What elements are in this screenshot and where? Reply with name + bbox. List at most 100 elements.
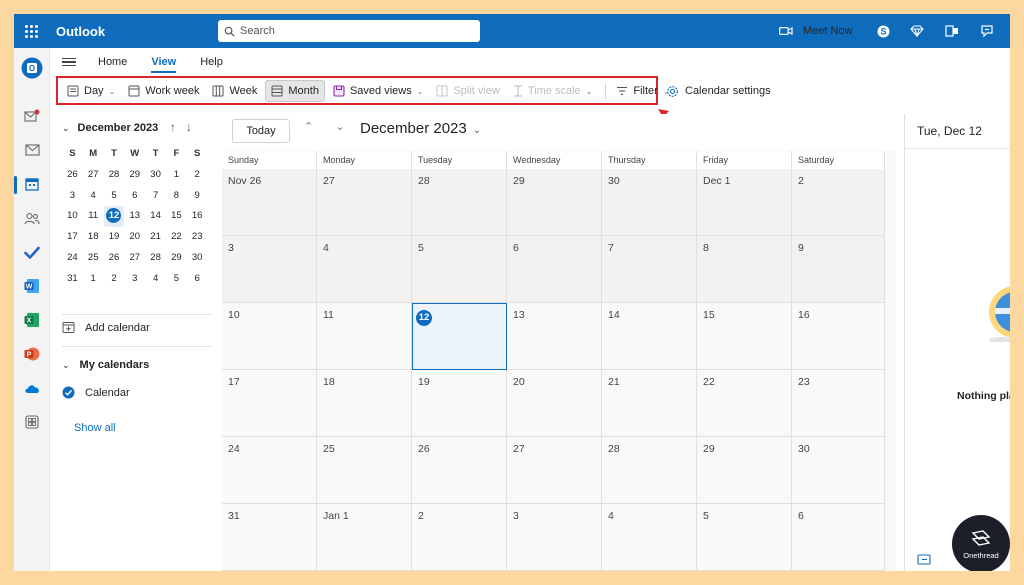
split-view-button[interactable]: Split view	[431, 80, 504, 102]
mail-icon[interactable]	[20, 138, 44, 162]
calendar-day-cell[interactable]: 27	[507, 437, 602, 504]
onedrive-icon[interactable]	[20, 376, 44, 400]
calendar-day-cell[interactable]: 9	[792, 236, 885, 303]
mini-calendar-day[interactable]: 24	[62, 248, 83, 269]
skype-icon[interactable]: S	[876, 24, 890, 38]
arrow-up-icon[interactable]: ↑	[170, 120, 176, 134]
hamburger-menu-icon[interactable]	[62, 57, 76, 67]
calendar-day-cell[interactable]: Dec 1	[697, 169, 792, 236]
calendar-day-cell[interactable]: 17	[222, 370, 317, 437]
mini-calendar-day[interactable]: 13	[124, 206, 145, 227]
mini-calendar-day[interactable]: 11	[83, 206, 104, 227]
calendar-day-cell[interactable]: 24	[222, 437, 317, 504]
week-view-button[interactable]: Week	[207, 80, 262, 102]
calendar-day-cell[interactable]: 18	[317, 370, 412, 437]
feedback-icon[interactable]	[980, 24, 994, 38]
people-icon[interactable]	[20, 206, 44, 230]
premium-diamond-icon[interactable]	[910, 24, 924, 38]
calendar-day-cell[interactable]: 19	[412, 370, 507, 437]
month-view-button[interactable]: Month	[265, 80, 325, 102]
mini-calendar-day[interactable]: 6	[187, 269, 208, 290]
mini-calendar-day[interactable]: 27	[83, 165, 104, 186]
calendar-day-cell[interactable]: 7	[602, 236, 697, 303]
calendar-day-cell[interactable]: 21	[602, 370, 697, 437]
mini-calendar-day[interactable]: 8	[166, 186, 187, 207]
excel-icon[interactable]: X	[20, 308, 44, 332]
calendar-day-cell[interactable]: 28	[412, 169, 507, 236]
app-title[interactable]: Outlook	[56, 24, 206, 39]
mini-calendar-day[interactable]: 27	[124, 248, 145, 269]
calendar-day-cell[interactable]: 4	[317, 236, 412, 303]
mini-calendar-day[interactable]: 28	[104, 165, 125, 186]
mini-calendar-day[interactable]: 31	[62, 269, 83, 290]
mini-calendar-day[interactable]: 1	[166, 165, 187, 186]
work-week-view-button[interactable]: Work week	[123, 80, 204, 102]
mini-calendar-day[interactable]: 26	[104, 248, 125, 269]
mini-calendar-day[interactable]: 12	[103, 206, 125, 228]
calendar-day-cell[interactable]: 27	[317, 169, 412, 236]
mini-calendar-day[interactable]: 5	[104, 186, 125, 207]
search-input[interactable]: Search	[218, 20, 480, 42]
tab-home[interactable]: Home	[98, 56, 127, 68]
mini-calendar-day[interactable]: 9	[187, 186, 208, 207]
mini-calendar-day[interactable]: 14	[145, 206, 166, 227]
tab-view[interactable]: View	[151, 56, 176, 73]
previous-month-icon[interactable]: ⌃	[304, 120, 313, 133]
calendar-day-cell[interactable]: 2	[412, 504, 507, 571]
mini-calendar-day[interactable]: 20	[124, 227, 145, 248]
outlook-icon[interactable]: O	[20, 56, 44, 80]
calendar-day-cell[interactable]: 30	[792, 437, 885, 504]
calendar-day-cell[interactable]: 22	[697, 370, 792, 437]
calendar-day-cell[interactable]: 25	[317, 437, 412, 504]
new-mail-icon[interactable]	[20, 104, 44, 128]
mini-calendar-day[interactable]: 17	[62, 227, 83, 248]
next-month-icon[interactable]: ⌄	[335, 120, 344, 133]
tab-help[interactable]: Help	[200, 56, 223, 68]
calendar-day-cell[interactable]: 8	[697, 236, 792, 303]
powerpoint-icon[interactable]: P	[20, 342, 44, 366]
calendar-day-cell[interactable]: 13	[507, 303, 602, 370]
day-view-button[interactable]: Day ⌄	[62, 80, 120, 102]
show-all-link[interactable]: Show all	[62, 422, 116, 434]
calendar-icon[interactable]	[20, 172, 44, 196]
todo-check-icon[interactable]	[20, 240, 44, 264]
calendar-day-cell[interactable]: 6	[507, 236, 602, 303]
month-title-button[interactable]: December 2023 ⌄	[360, 120, 481, 137]
more-apps-icon[interactable]	[20, 410, 44, 434]
mini-calendar-day[interactable]: 26	[62, 165, 83, 186]
chevron-down-icon[interactable]: ⌄	[62, 123, 70, 134]
mini-calendar-day[interactable]: 10	[62, 206, 83, 227]
my-calendars-group[interactable]: ⌄ My calendars	[62, 359, 149, 371]
calendar-day-cell[interactable]: 29	[507, 169, 602, 236]
calendar-day-cell[interactable]: 10	[222, 303, 317, 370]
mini-calendar-day[interactable]: 4	[145, 269, 166, 290]
calendar-day-cell[interactable]: Nov 26	[222, 169, 317, 236]
calendar-day-cell[interactable]: 11	[317, 303, 412, 370]
mini-calendar-day[interactable]: 2	[104, 269, 125, 290]
calendar-day-cell[interactable]: 29	[697, 437, 792, 504]
mini-calendar-day[interactable]: 30	[145, 165, 166, 186]
mini-calendar-day[interactable]: 3	[62, 186, 83, 207]
calendar-day-cell[interactable]: 28	[602, 437, 697, 504]
calendar-day-cell[interactable]: 20	[507, 370, 602, 437]
mini-calendar-day[interactable]: 1	[83, 269, 104, 290]
calendar-day-cell[interactable]: 12	[412, 303, 507, 370]
app-launcher-icon[interactable]	[14, 14, 48, 48]
calendar-day-cell[interactable]: 16	[792, 303, 885, 370]
add-calendar-button[interactable]: Add calendar	[62, 321, 150, 334]
mini-calendar-day[interactable]: 29	[166, 248, 187, 269]
mini-calendar-day[interactable]: 29	[124, 165, 145, 186]
calendar-day-cell[interactable]: 30	[602, 169, 697, 236]
panel-toggle-icon[interactable]	[917, 554, 931, 565]
calendar-day-cell[interactable]: 3	[222, 236, 317, 303]
calendar-list-item[interactable]: Calendar	[62, 386, 130, 399]
time-scale-button[interactable]: Time scale ⌄	[508, 80, 597, 102]
mini-calendar-day[interactable]: 18	[83, 227, 104, 248]
office-apps-icon[interactable]	[945, 24, 959, 38]
calendar-day-cell[interactable]: 26	[412, 437, 507, 504]
calendar-day-cell[interactable]: 6	[792, 504, 885, 571]
word-icon[interactable]: W	[20, 274, 44, 298]
calendar-day-cell[interactable]: 5	[412, 236, 507, 303]
calendar-day-cell[interactable]: 23	[792, 370, 885, 437]
calendar-day-cell[interactable]: 14	[602, 303, 697, 370]
